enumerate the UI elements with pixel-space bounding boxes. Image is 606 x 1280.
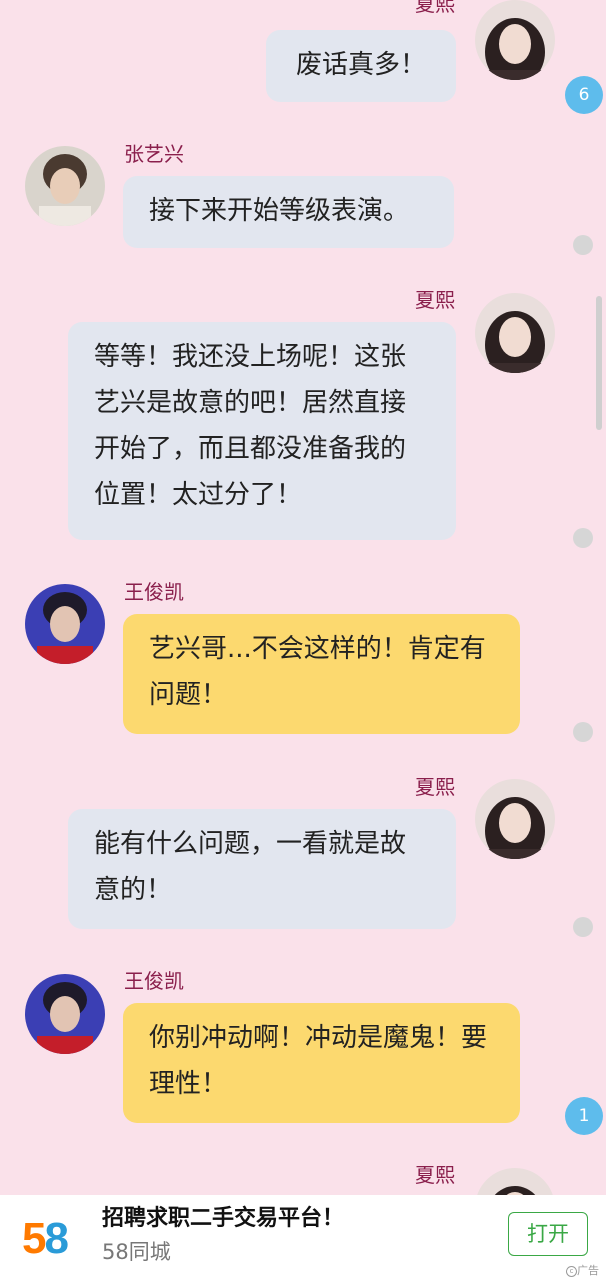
open-button[interactable]: 打开	[508, 1212, 588, 1256]
ad-tag: c 广告	[566, 1264, 599, 1278]
comment-count-badge[interactable]: 1	[565, 1097, 603, 1135]
avatar-photo-icon	[25, 146, 105, 226]
ad-tag-label: 广告	[577, 1264, 599, 1277]
ad-subtitle: 58同城	[102, 1240, 171, 1264]
speaker-name: 王俊凯	[124, 580, 184, 604]
message-bubble[interactable]: 艺兴哥...不会这样的！肯定有问题！	[123, 614, 520, 734]
scrollbar[interactable]	[596, 296, 602, 430]
xiaxi-avatar[interactable]	[475, 0, 555, 80]
message-bubble[interactable]: 能有什么问题，一看就是故意的！	[68, 809, 456, 929]
avatar-photo-icon	[25, 974, 105, 1054]
comment-count-badge[interactable]: 6	[565, 76, 603, 114]
speaker-name: 王俊凯	[124, 969, 184, 993]
ad-title: 招聘求职二手交易平台！	[102, 1206, 345, 1231]
info-icon: c	[566, 1265, 577, 1277]
message-bubble[interactable]: 接下来开始等级表演。	[123, 176, 454, 248]
ad-logo: 58	[22, 1214, 69, 1263]
zhangyixing-avatar[interactable]	[25, 146, 105, 226]
avatar-photo-icon	[475, 779, 555, 859]
xiaxi-avatar[interactable]	[475, 293, 555, 373]
message-bubble[interactable]: 废话真多！	[266, 30, 456, 102]
xiaxi-avatar[interactable]	[475, 779, 555, 859]
comment-dot-icon[interactable]	[573, 235, 593, 255]
ad-logo-digit: 8	[44, 1214, 69, 1263]
speaker-name: 夏熙	[415, 288, 455, 312]
ad-banner[interactable]: 58 招聘求职二手交易平台！ 58同城 打开 c 广告	[0, 1195, 606, 1280]
ad-logo-digit: 5	[22, 1214, 47, 1263]
avatar-photo-icon	[475, 293, 555, 373]
message-bubble[interactable]: 等等！我还没上场呢！这张艺兴是故意的吧！居然直接开始了，而且都没准备我的位置！太…	[68, 322, 456, 540]
comment-dot-icon[interactable]	[573, 528, 593, 548]
speaker-name: 夏熙	[415, 775, 455, 799]
wangjunkai-avatar[interactable]	[25, 584, 105, 664]
avatar-photo-icon	[25, 584, 105, 664]
wangjunkai-avatar[interactable]	[25, 974, 105, 1054]
comment-dot-icon[interactable]	[573, 722, 593, 742]
speaker-name: 张艺兴	[124, 142, 184, 166]
comment-dot-icon[interactable]	[573, 917, 593, 937]
speaker-name: 夏熙	[415, 1163, 455, 1187]
message-bubble[interactable]: 你别冲动啊！冲动是魔鬼！要理性！	[123, 1003, 520, 1123]
avatar-photo-icon	[475, 0, 555, 80]
speaker-name: 夏熙	[415, 0, 455, 16]
